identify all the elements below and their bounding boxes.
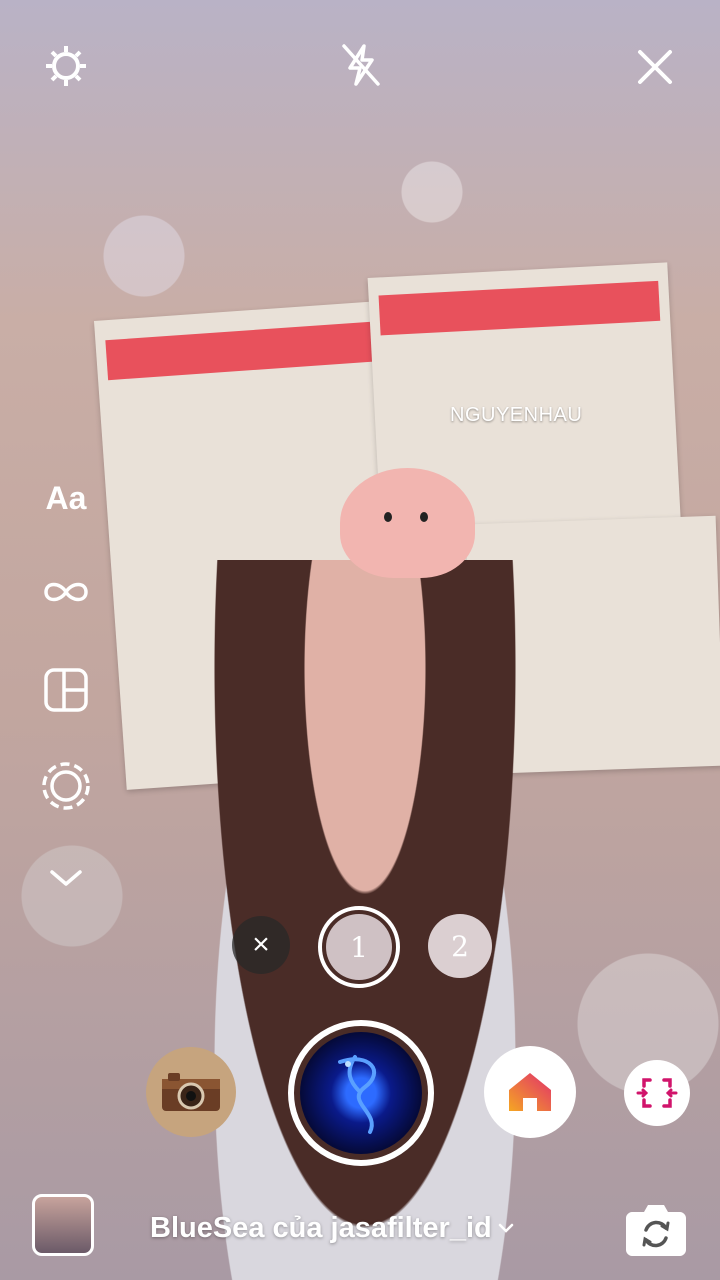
segment-1[interactable]: 1	[318, 906, 400, 988]
home-icon	[509, 1073, 551, 1111]
effect-vintage-camera[interactable]	[146, 1047, 236, 1137]
flash-off-button[interactable]	[336, 40, 386, 90]
effect-name-label: BlueSea của jasafilter_id	[150, 1211, 492, 1244]
more-tools-button[interactable]	[40, 852, 92, 904]
effect-scan[interactable]	[624, 1060, 690, 1126]
settings-button[interactable]	[42, 42, 90, 90]
gallery-thumbnail[interactable]	[32, 1194, 94, 1256]
infinity-icon	[44, 582, 88, 602]
create-mode-label: Aa	[45, 479, 87, 516]
segment-1-number: 1	[350, 930, 368, 964]
segment-2[interactable]: 2	[428, 914, 492, 978]
dragon-icon	[338, 1055, 377, 1134]
photo-watermark: NGUYENHAU	[450, 404, 583, 426]
bluesea-effect-preview	[300, 1032, 422, 1154]
close-icon	[638, 50, 672, 84]
camera-screen: Aa NGUYENHAU × 1 2 BlueSea của jasafilte…	[0, 0, 720, 1280]
dashed-circle-icon	[42, 762, 90, 810]
layout-icon	[44, 668, 88, 712]
close-button[interactable]	[632, 44, 678, 90]
multi-capture-button[interactable]	[40, 760, 92, 812]
plush-toy	[340, 468, 475, 578]
flip-camera-icon	[626, 1205, 686, 1256]
delete-segment-icon: ×	[252, 928, 270, 961]
capture-button[interactable]	[288, 1020, 434, 1166]
flash-off-icon	[342, 44, 380, 86]
scan-arrows-icon	[636, 1078, 678, 1108]
effect-name-selector[interactable]: BlueSea của jasafilter_id	[150, 1208, 514, 1248]
delete-segment-button[interactable]: ×	[232, 916, 290, 974]
boomerang-button[interactable]	[40, 566, 92, 618]
camera-icon	[162, 1073, 220, 1111]
create-mode-button[interactable]: Aa	[40, 472, 92, 524]
flip-camera-button[interactable]	[624, 1196, 688, 1260]
chevron-down-icon	[50, 870, 82, 886]
layout-button[interactable]	[40, 664, 92, 716]
effect-home[interactable]	[484, 1046, 576, 1138]
chevron-down-icon	[498, 1223, 513, 1233]
gear-icon	[46, 46, 86, 86]
segment-2-number: 2	[451, 929, 469, 963]
